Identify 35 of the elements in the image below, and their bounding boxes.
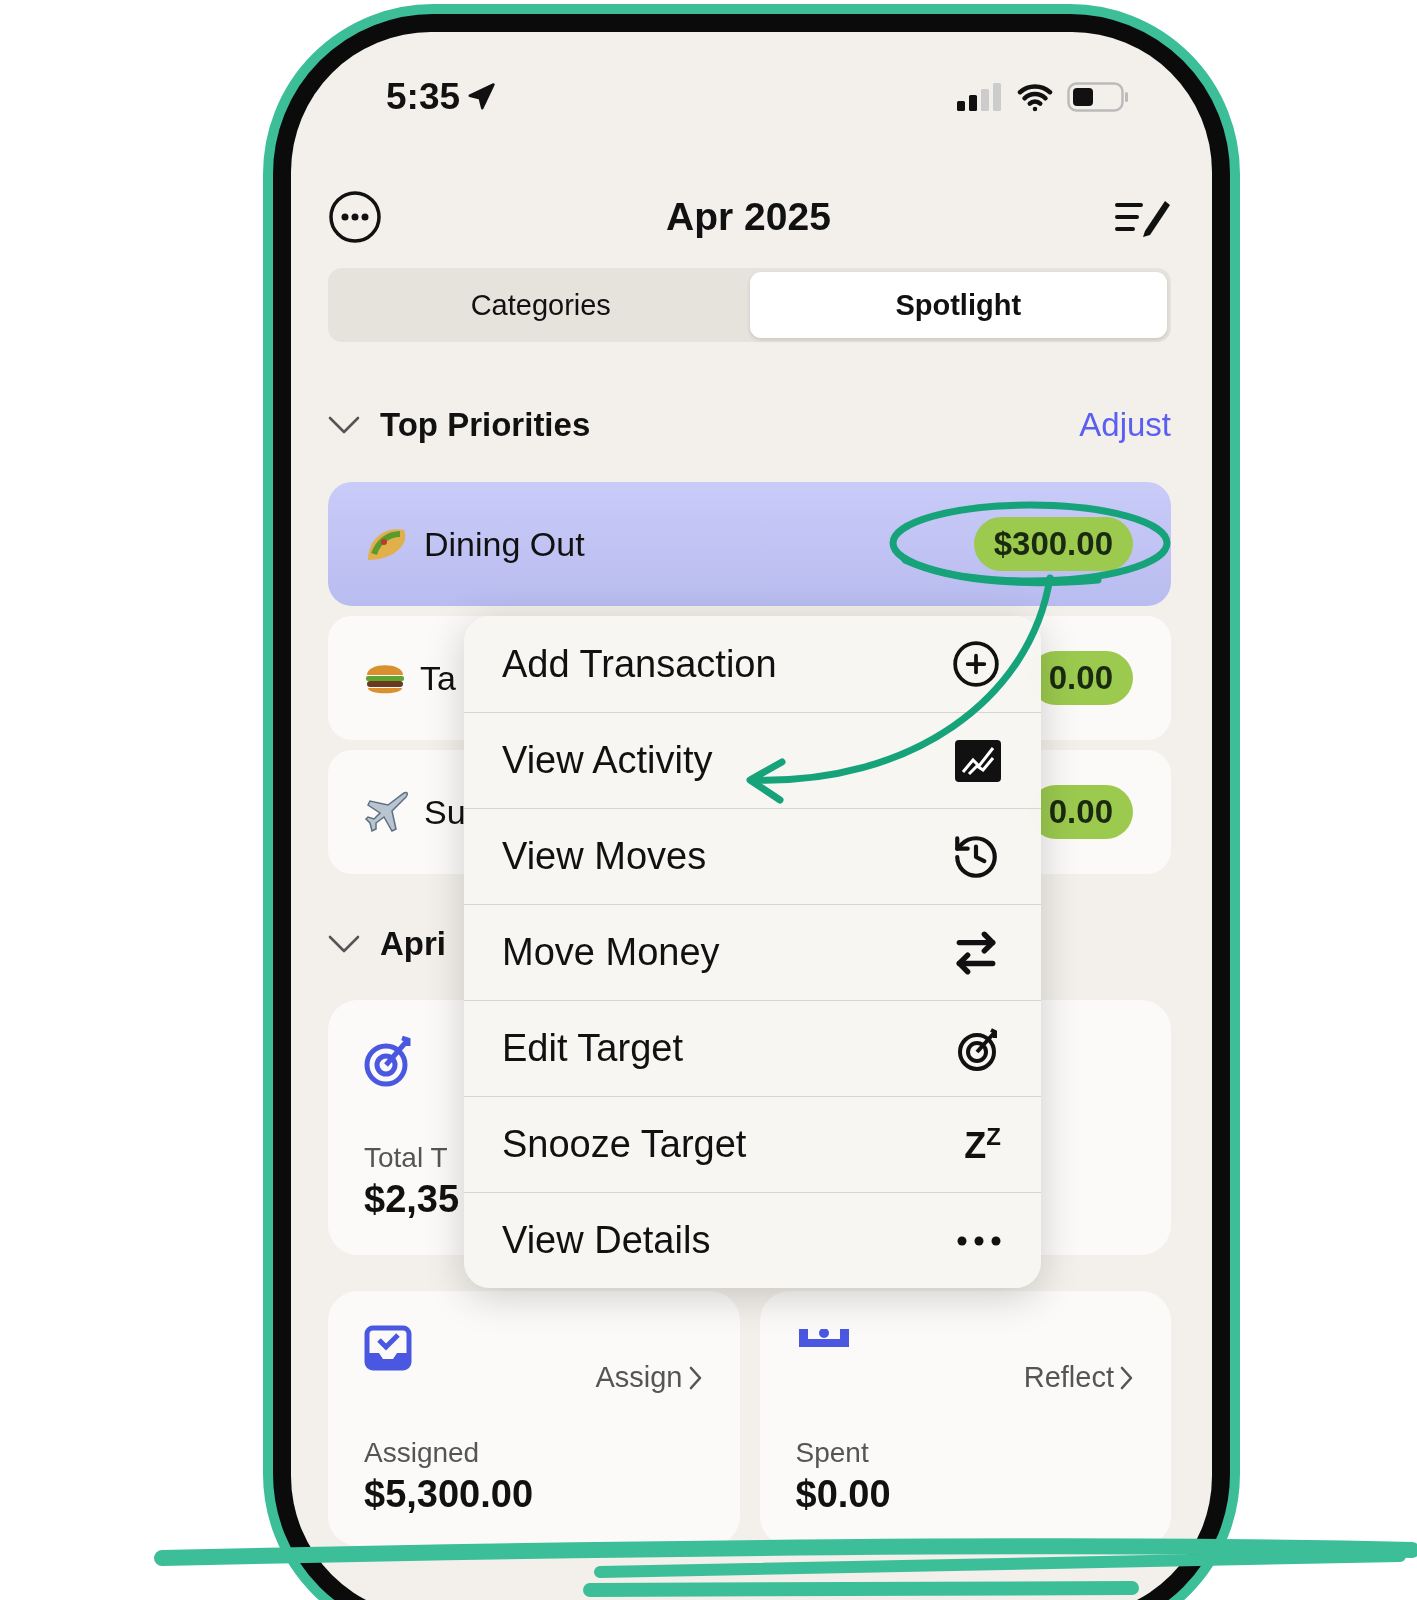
- card-action-link[interactable]: Assign: [595, 1361, 702, 1394]
- segment-tab[interactable]: Categories: [332, 272, 750, 338]
- menu-item-label: Move Money: [502, 931, 720, 974]
- menu-item[interactable]: Snooze Target Z$^{Z}$: [464, 1096, 1041, 1192]
- menu-item-label: View Moves: [502, 835, 707, 878]
- segment-tab[interactable]: Spotlight: [749, 272, 1167, 338]
- adjust-link[interactable]: Adjust: [1079, 406, 1171, 444]
- menu-item[interactable]: View Details: [464, 1192, 1041, 1288]
- card-action-link[interactable]: Reflect: [1023, 1361, 1133, 1394]
- menu-item[interactable]: Move Money: [464, 904, 1041, 1000]
- category-card[interactable]: Dining Out $300.00: [328, 482, 1171, 606]
- menu-item[interactable]: View Moves: [464, 808, 1041, 904]
- total-label: Total T: [364, 1142, 448, 1174]
- menu-item-label: Edit Target: [502, 1027, 683, 1070]
- summary-card[interactable]: Assign Assigned $5,300.00: [328, 1291, 740, 1546]
- menu-item-label: View Details: [502, 1219, 711, 1262]
- summary-value: $5,300.00: [364, 1473, 534, 1516]
- status-time: 5:35: [386, 76, 461, 118]
- category-name: Su: [424, 792, 466, 832]
- menu-item-label: View Activity: [502, 739, 713, 782]
- amount-pill: $300.00: [973, 517, 1133, 571]
- category-name: Dining Out: [424, 524, 585, 564]
- menu-item[interactable]: View Activity: [464, 712, 1041, 808]
- menu-item-label: Add Transaction: [502, 642, 777, 686]
- section-title: Apri: [380, 925, 446, 963]
- summary-label: Spent: [795, 1437, 869, 1469]
- section-title: Top Priorities: [380, 406, 591, 444]
- snooze-glyph: Z$^{Z}$: [964, 1122, 1001, 1167]
- menu-item-label: Snooze Target: [502, 1123, 747, 1166]
- summary-label: Assigned: [364, 1437, 480, 1469]
- month-title: Apr 2025: [666, 195, 831, 239]
- menu-item[interactable]: Edit Target: [464, 1000, 1041, 1096]
- category-name: Ta: [420, 658, 456, 698]
- summary-value: $0.00: [795, 1473, 891, 1516]
- total-value: $2,35: [364, 1178, 460, 1221]
